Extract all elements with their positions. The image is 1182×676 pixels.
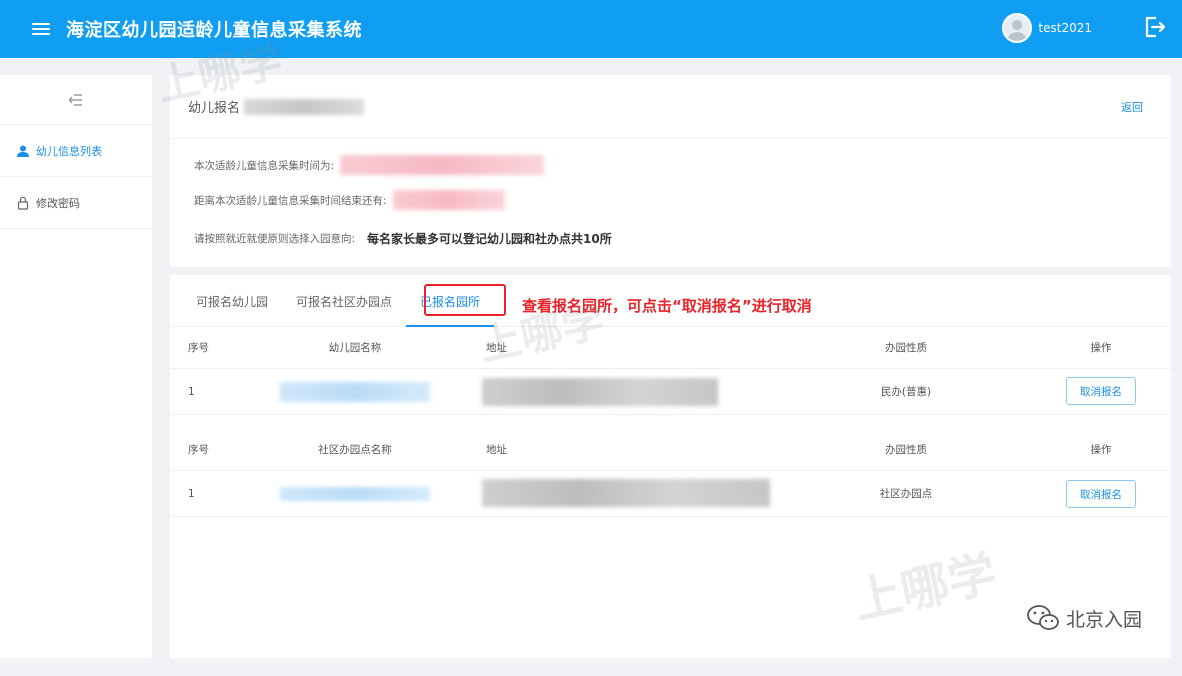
kindergarten-table-header: 序号 幼儿园名称 地址 办园性质 操作 (170, 327, 1171, 369)
annotation-highlight-box (424, 284, 506, 316)
logout-icon[interactable] (1142, 14, 1168, 40)
annotation-text: 查看报名园所，可点击“取消报名”进行取消 (522, 297, 812, 315)
redacted-address (482, 479, 770, 507)
column-header: 地址 (486, 444, 507, 456)
remaining-time-row: 距离本次适龄儿童信息采集时间结束还有: (194, 190, 505, 210)
card-header: 幼儿报名 返回 (170, 75, 1171, 139)
column-header: 办园性质 (885, 342, 927, 354)
tab-bar: 可报名幼儿园 可报名社区办园点 已报名园所 查看报名园所，可点击“取消报名”进行… (170, 275, 1171, 327)
collapse-sidebar-icon[interactable] (0, 75, 152, 125)
row-index: 1 (188, 385, 195, 398)
column-header: 社区办园点名称 (318, 444, 392, 456)
sidebar-item-label: 幼儿信息列表 (36, 144, 102, 158)
registered-schools-card: 可报名幼儿园 可报名社区办园点 已报名园所 查看报名园所，可点击“取消报名”进行… (170, 275, 1171, 658)
redacted-address (482, 378, 718, 406)
max-registration-notice: 每名家长最多可以登记幼儿园和社办点共10所 (367, 232, 612, 246)
sidebar-item-change-password[interactable]: 修改密码 (0, 177, 152, 229)
redacted-collect-time (340, 155, 545, 175)
user-icon (17, 145, 29, 157)
remaining-time-label: 距离本次适龄儿童信息采集时间结束还有: (194, 194, 387, 207)
username: test2021 (1038, 21, 1092, 35)
column-header: 序号 (188, 444, 209, 456)
school-nature: 民办(普惠) (880, 386, 932, 398)
redacted-school-name (280, 382, 430, 402)
column-header: 办园性质 (885, 444, 927, 456)
brand-badge: 北京入园 (1026, 604, 1142, 632)
back-link[interactable]: 返回 (1121, 99, 1143, 115)
column-header: 操作 (1090, 444, 1112, 456)
cancel-registration-button[interactable]: 取消报名 (1066, 480, 1136, 508)
column-header: 地址 (486, 342, 507, 354)
user-menu[interactable]: test2021 (1002, 13, 1092, 43)
tab-available-community-sites[interactable]: 可报名社区办园点 (282, 293, 406, 326)
redacted-site-name (280, 487, 430, 501)
tab-available-kindergartens[interactable]: 可报名幼儿园 (182, 293, 282, 326)
brand-name: 北京入园 (1065, 608, 1142, 631)
column-header: 幼儿园名称 (328, 342, 382, 354)
redacted-remaining-time (392, 190, 505, 210)
column-header: 序号 (188, 342, 209, 354)
avatar[interactable] (1002, 13, 1033, 43)
page-title: 幼儿报名 (188, 101, 241, 116)
choose-intention-row: 请按照就近就便原则选择入园意向: 每名家长最多可以登记幼儿园和社办点共10所 (194, 230, 612, 247)
menu-icon[interactable] (30, 20, 52, 38)
collect-time-label: 本次适龄儿童信息采集时间为: (194, 159, 335, 172)
table-row: 1 民办(普惠) 取消报名 (170, 369, 1171, 415)
redacted-child-name (244, 98, 365, 115)
sidebar: 幼儿信息列表 修改密码 (0, 75, 152, 658)
app-header: 海淀区幼儿园适龄儿童信息采集系统 test2021 (0, 0, 1182, 58)
lock-icon (17, 196, 29, 210)
column-header: 操作 (1090, 342, 1112, 354)
cancel-registration-button[interactable]: 取消报名 (1066, 377, 1136, 405)
sidebar-item-child-list[interactable]: 幼儿信息列表 (0, 125, 152, 177)
app-title: 海淀区幼儿园适龄儿童信息采集系统 (66, 20, 362, 41)
registration-summary-card: 幼儿报名 返回 本次适龄儿童信息采集时间为: 距离本次适龄儿童信息采集时间结束还… (170, 75, 1171, 267)
community-table-header: 序号 社区办园点名称 地址 办园性质 操作 (170, 429, 1171, 471)
wechat-icon (1027, 605, 1059, 630)
choose-intention-label: 请按照就近就便原则选择入园意向: (194, 233, 356, 245)
row-index: 1 (188, 487, 195, 500)
school-nature: 社区办园点 (879, 488, 933, 500)
table-row: 1 社区办园点 取消报名 (170, 471, 1171, 517)
collect-time-row: 本次适龄儿童信息采集时间为: (194, 155, 545, 175)
sidebar-item-label: 修改密码 (36, 196, 80, 210)
